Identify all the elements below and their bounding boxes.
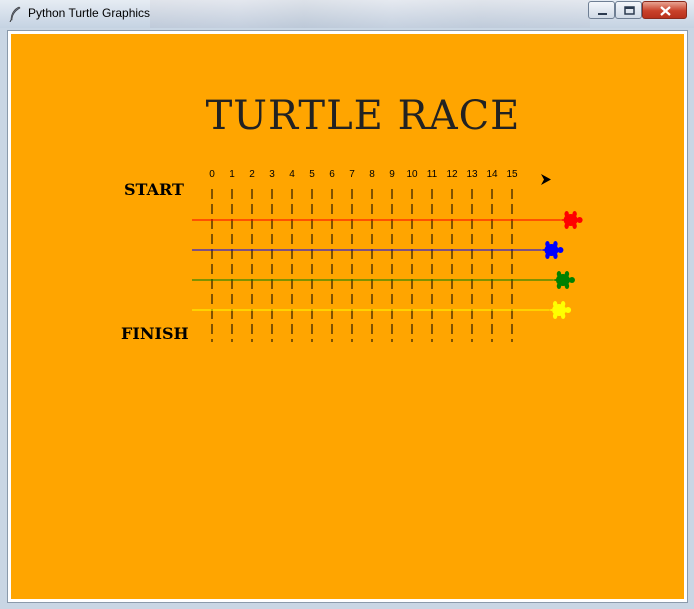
turtle-racer-icon (559, 211, 583, 229)
finish-label: FINISH (121, 324, 189, 343)
race-drawing: TURTLE RACE START FINISH 0 1 2 3 4 5 6 7 8 9 10 11 1… (121, 93, 583, 343)
turtle-racer-icon (551, 271, 575, 289)
track-number-6: 6 (329, 169, 335, 180)
track-number-13: 13 (466, 169, 478, 180)
track-number-2: 2 (249, 169, 255, 180)
track-number-1: 1 (229, 169, 235, 180)
track-number-8: 8 (369, 169, 375, 180)
race-heading: TURTLE RACE (206, 93, 521, 139)
close-button[interactable] (642, 1, 687, 19)
track-ticks (211, 189, 513, 342)
feather-icon (9, 6, 21, 22)
maximize-icon (624, 6, 635, 15)
track-number-12: 12 (446, 169, 458, 180)
track-number-3: 3 (269, 169, 275, 180)
track-number-7: 7 (349, 169, 355, 180)
maximize-button[interactable] (615, 1, 642, 19)
minimize-button[interactable] (588, 1, 615, 19)
turtle-racer-icon (540, 241, 564, 259)
minimize-icon (598, 13, 607, 15)
track-number-15: 15 (506, 169, 518, 180)
track-number-9: 9 (389, 169, 395, 180)
track-number-10: 10 (406, 169, 418, 180)
track-number-0: 0 (209, 169, 215, 180)
track-number-5: 5 (309, 169, 315, 180)
turtle-canvas[interactable]: TURTLE RACE START FINISH 0 1 2 3 4 5 6 7 8 9 10 11 1… (11, 34, 684, 599)
close-icon (660, 6, 671, 16)
turtle-window: Python Turtle Graphics TURTLE RACE START… (0, 0, 694, 609)
title-bar[interactable]: Python Turtle Graphics (0, 0, 694, 28)
track-number-14: 14 (486, 169, 498, 180)
track-number-11: 11 (427, 169, 438, 180)
track-numbers: 0 1 2 3 4 5 6 7 8 9 10 11 12 13 14 15 (209, 169, 518, 180)
start-label: START (124, 180, 184, 199)
track-number-4: 4 (289, 169, 295, 180)
race-lanes (192, 211, 583, 319)
turtle-racer-icon (548, 301, 572, 319)
window-title: Python Turtle Graphics (28, 6, 151, 20)
arrow-cursor-icon (541, 174, 551, 185)
